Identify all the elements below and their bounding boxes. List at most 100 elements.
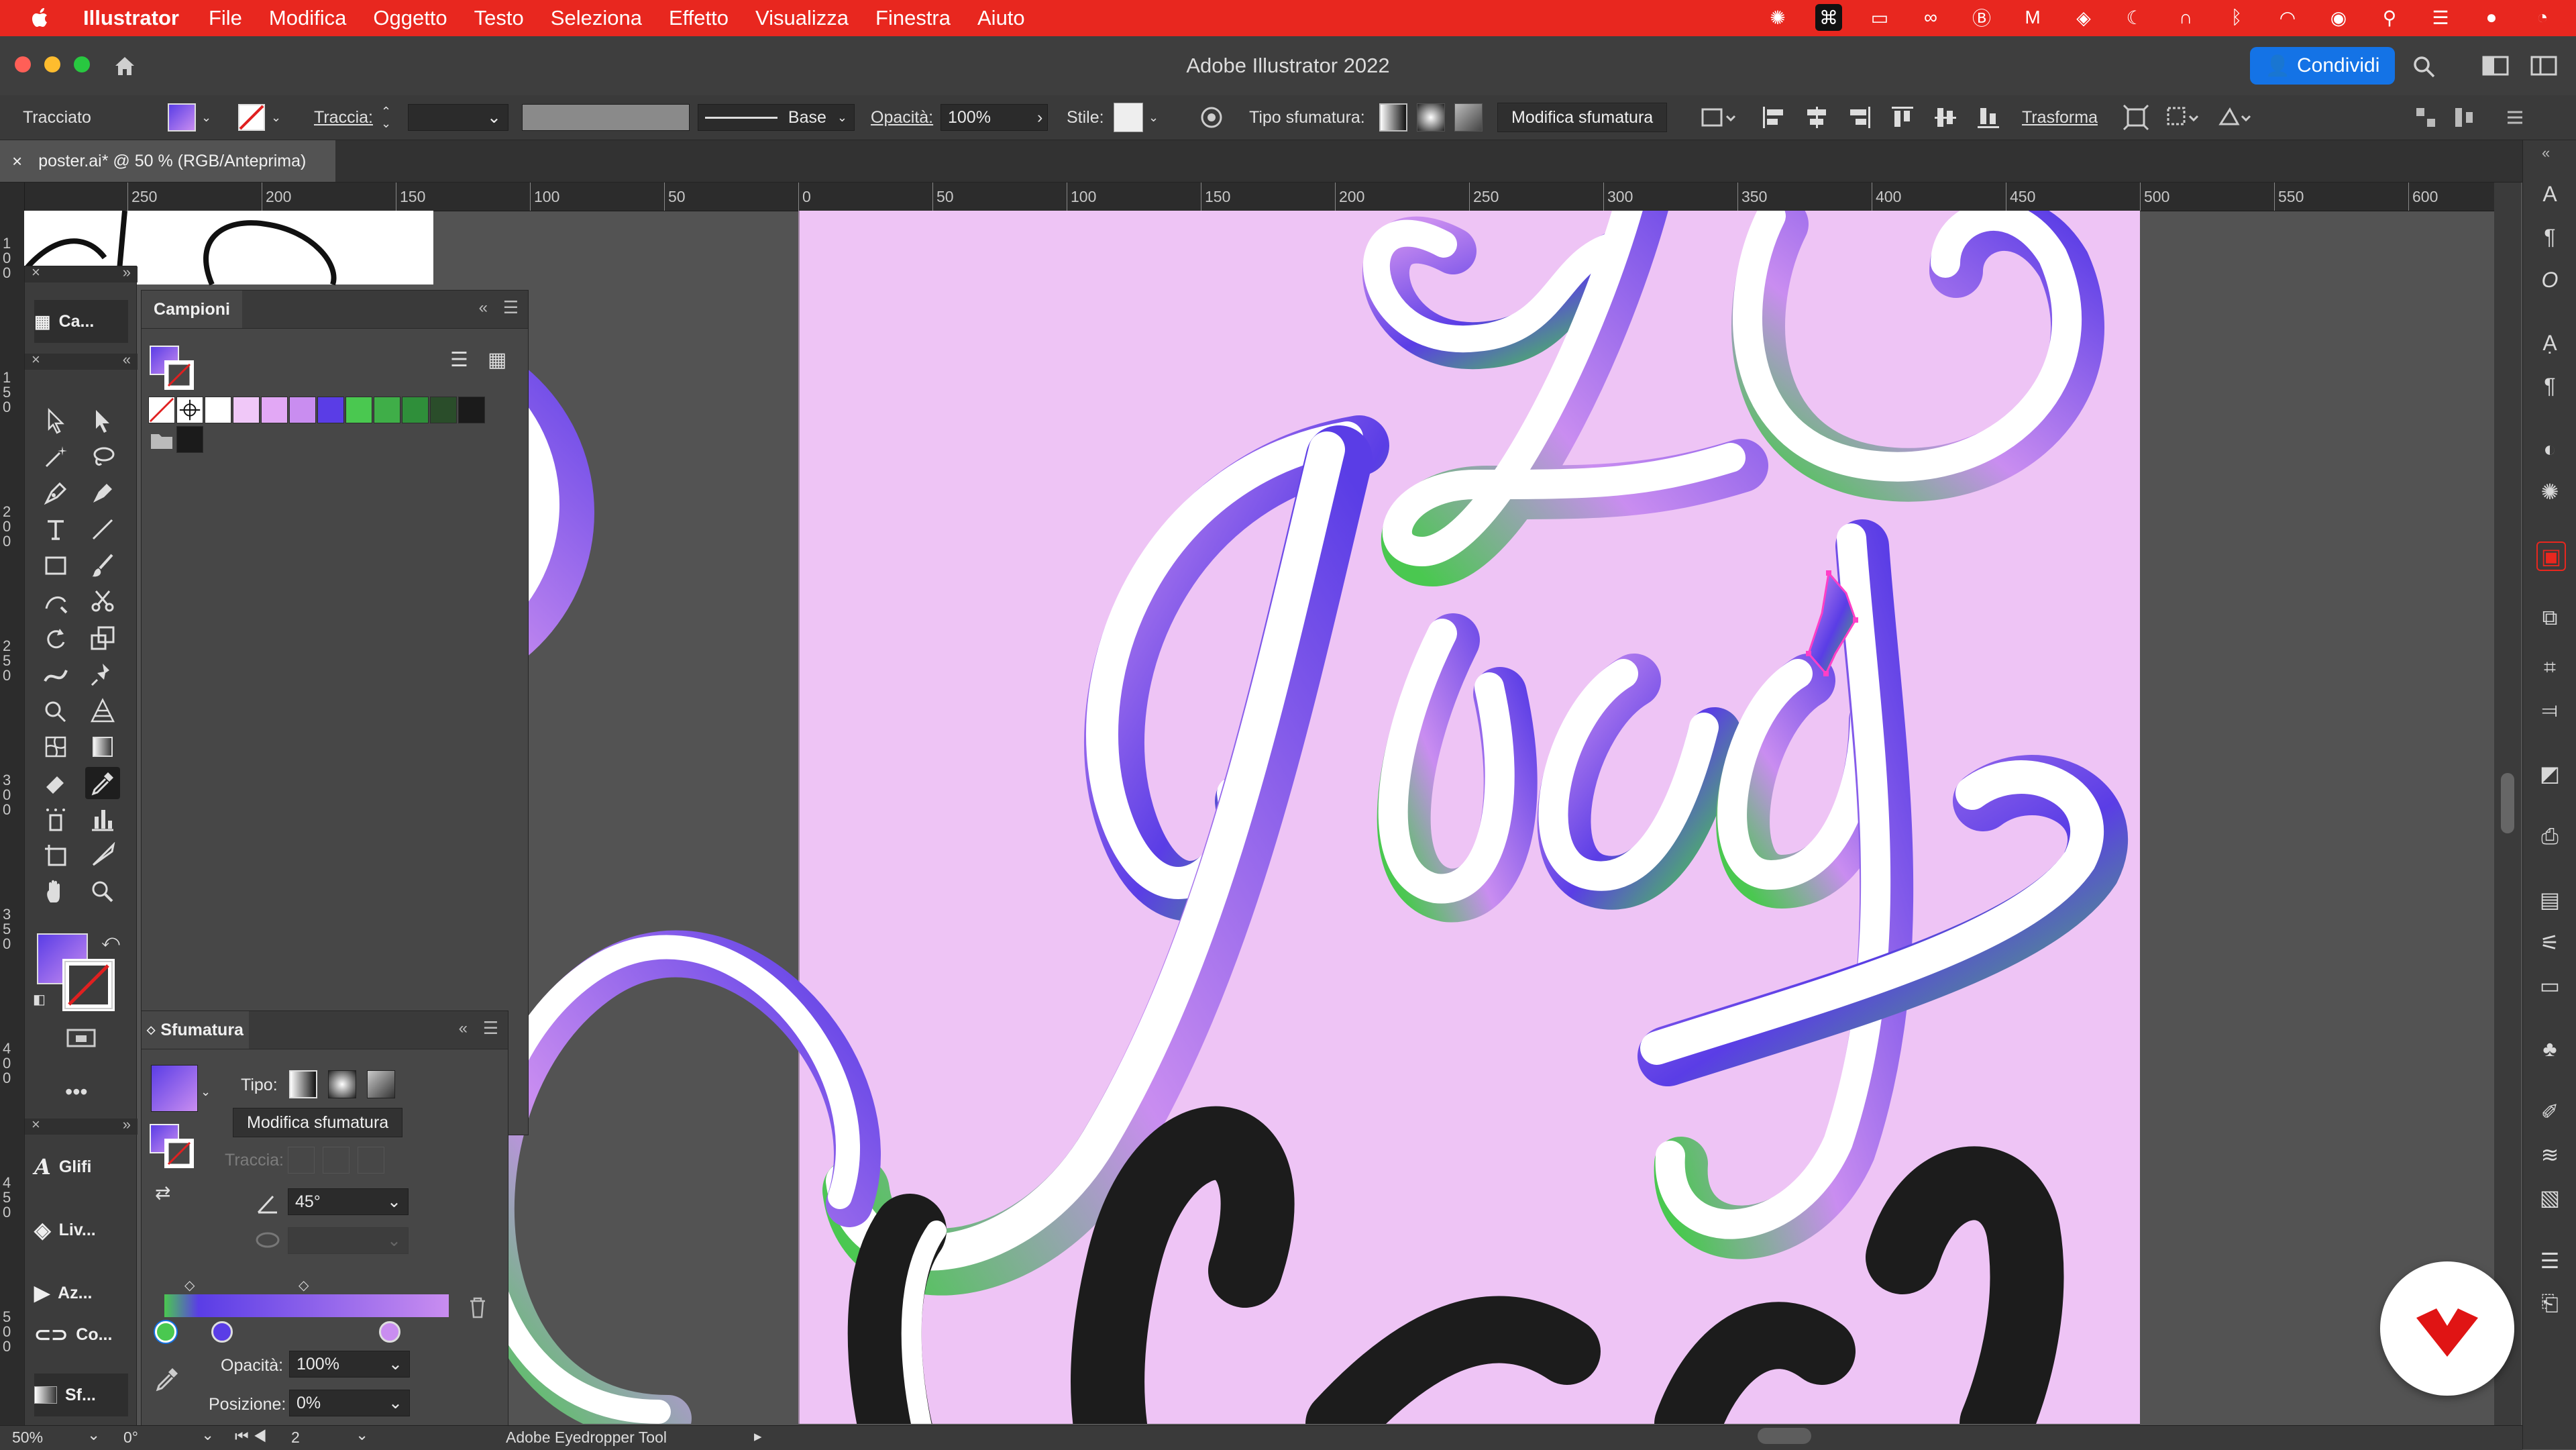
collapse-toolbar-icon[interactable]: « (123, 351, 131, 368)
edit-gradient-panel-button[interactable]: Modifica sfumatura (233, 1108, 403, 1137)
list-view-icon[interactable]: ☰ (450, 348, 468, 372)
bluetooth-icon[interactable]: ᛒ (2223, 4, 2250, 31)
style-swatch[interactable]: ⌄ (1114, 95, 1159, 140)
slice-tool[interactable] (85, 839, 120, 872)
menu-aiuto[interactable]: Aiuto (977, 6, 1025, 30)
workspace-switcher-icon[interactable] (2482, 55, 2509, 76)
distribute-icon[interactable] (2453, 105, 2490, 130)
align-middle-icon[interactable] (1932, 104, 1959, 131)
linear-gradient-button[interactable] (1379, 103, 1407, 132)
zoom-tool[interactable] (85, 876, 120, 908)
apple-icon[interactable] (27, 5, 54, 32)
align-top-icon[interactable] (1889, 104, 1916, 131)
command-icon[interactable]: ⌘ (1815, 4, 1842, 31)
perspective-grid-tool[interactable] (85, 694, 120, 727)
m-icon[interactable]: M (2019, 4, 2046, 31)
pathfinder-icon[interactable]: ⧉ (2536, 605, 2563, 631)
swatch-lilac[interactable] (289, 397, 316, 423)
panel-menu-icon[interactable] (2505, 105, 2525, 130)
column-graph-tool[interactable] (85, 803, 120, 835)
gradient-preview[interactable] (151, 1065, 198, 1112)
opacity-arrow-icon[interactable]: › (1037, 95, 1042, 140)
actions-panel-button[interactable]: ▶ Az... (34, 1272, 128, 1314)
opacity-label[interactable]: Opacità: (871, 95, 933, 140)
radial-gradient-button[interactable] (1417, 103, 1445, 132)
mini-panels-header[interactable]: × » (25, 1116, 138, 1135)
layers-panel-button[interactable]: ◈ Liv... (34, 1208, 128, 1251)
document-tab[interactable]: × poster.ai* @ 50 % (RGB/Anteprima) (0, 140, 335, 182)
selection-tool[interactable] (38, 405, 73, 437)
freeform-type-button[interactable] (367, 1070, 395, 1098)
midpoint-diamond-2[interactable]: ◇ (299, 1277, 309, 1294)
menu-oggetto[interactable]: Oggetto (373, 6, 447, 30)
swatch-white[interactable] (205, 397, 231, 423)
character-styles-icon[interactable]: Ạ (2536, 329, 2563, 356)
gradient-tab[interactable]: ◇ Sfumatura (142, 1011, 249, 1049)
siri-icon[interactable]: ● (2478, 4, 2505, 31)
moon-icon[interactable]: ☾ (2121, 4, 2148, 31)
puppet-warp-tool[interactable] (85, 658, 120, 690)
lasso-tool[interactable] (85, 441, 120, 473)
stroke-within-button[interactable] (288, 1147, 315, 1174)
paragraph-icon[interactable]: ¶ (2536, 223, 2563, 250)
graphic-styles-icon[interactable]: ✺ (2536, 478, 2563, 505)
loom-icon[interactable]: ✺ (1764, 4, 1791, 31)
artboard-tool[interactable] (38, 839, 73, 872)
menu-app-illustrator[interactable]: Illustrator (83, 6, 179, 30)
color-guide-icon[interactable]: ▧ (2536, 1184, 2563, 1211)
status-menu-arrow-icon[interactable]: ▸ (754, 1427, 762, 1445)
swatch-light-pink[interactable] (233, 397, 260, 423)
b-icon[interactable]: Ⓑ (1968, 4, 1995, 31)
align-bottom-icon[interactable] (1975, 104, 2002, 131)
swap-fill-stroke-icon[interactable]: ⤺ (101, 931, 120, 952)
navigator-icon[interactable]: ☰ (2536, 1247, 2563, 1274)
comments-icon[interactable]: ▭ (2536, 972, 2563, 999)
vertical-scroll-thumb[interactable] (2501, 773, 2514, 833)
artboard-dropdown-icon[interactable]: ⌄ (356, 1426, 368, 1444)
menu-modifica[interactable]: Modifica (269, 6, 346, 30)
toolbar-header[interactable]: × « (25, 351, 138, 370)
rotation-value[interactable]: 0° (123, 1429, 138, 1447)
links-panel-button[interactable]: ⊂⊃ Co... (34, 1313, 128, 1356)
properties-icon[interactable]: ▣ (2536, 541, 2566, 571)
reverse-gradient-icon[interactable]: ⇄ (155, 1182, 170, 1204)
symbol-sprayer-tool[interactable] (38, 803, 73, 835)
notification-icon[interactable]: ◔ (2529, 4, 2556, 31)
zoom-level[interactable]: 50% (12, 1429, 43, 1447)
swatch-folder[interactable] (148, 426, 175, 453)
collapse-swatches-icon[interactable]: « (479, 299, 488, 317)
menu-effetto[interactable]: Effetto (669, 6, 729, 30)
curvature-tool[interactable] (85, 477, 120, 509)
eyedropper-tool[interactable] (85, 767, 120, 799)
fill-dropdown-icon[interactable]: ⌄ (201, 111, 211, 125)
stroke-label[interactable]: Traccia: (314, 95, 373, 140)
menu-visualizza[interactable]: Visualizza (755, 6, 849, 30)
gradient-tool[interactable] (85, 731, 120, 763)
edit-gradient-button[interactable]: Modifica sfumatura (1497, 103, 1668, 132)
direct-selection-tool[interactable] (85, 405, 120, 437)
more-tools-button[interactable]: ••• (65, 1080, 88, 1104)
type-tool[interactable] (38, 513, 73, 546)
mesh-tool[interactable] (38, 731, 73, 763)
shape-builder-tool[interactable] (38, 694, 73, 727)
rectangle-tool[interactable] (38, 550, 73, 582)
swatch-none[interactable] (148, 397, 175, 423)
search-icon[interactable]: ⚲ (2376, 4, 2403, 31)
paintbrush-tool[interactable] (85, 550, 120, 582)
eraser-tool[interactable] (38, 767, 73, 799)
close-mini-panels-icon[interactable]: × (32, 1116, 40, 1133)
width-tool[interactable] (38, 658, 73, 690)
angle-field[interactable]: 45° ⌄ (288, 1188, 409, 1215)
gradient-eyedropper-icon[interactable] (154, 1365, 180, 1392)
dropbox-icon[interactable]: ◈ (2070, 4, 2097, 31)
horizontal-ruler[interactable]: 250 200 150 100 50 0 50 100 150 200 250 300 350 400 45… (24, 183, 2494, 211)
align-to-icon[interactable] (1700, 95, 1737, 140)
stroke-swatch[interactable]: ⌄ (237, 95, 281, 140)
delete-stop-icon[interactable] (468, 1296, 488, 1318)
collapse-dock-icon[interactable]: « (2542, 144, 2550, 162)
close-panel-icon[interactable]: × (32, 264, 40, 281)
swatch-green-2[interactable] (374, 397, 400, 423)
collapse-panel-icon[interactable]: » (123, 264, 131, 281)
shape-options-icon[interactable] (2164, 104, 2202, 131)
tools-panel-header[interactable]: × » (25, 264, 138, 282)
